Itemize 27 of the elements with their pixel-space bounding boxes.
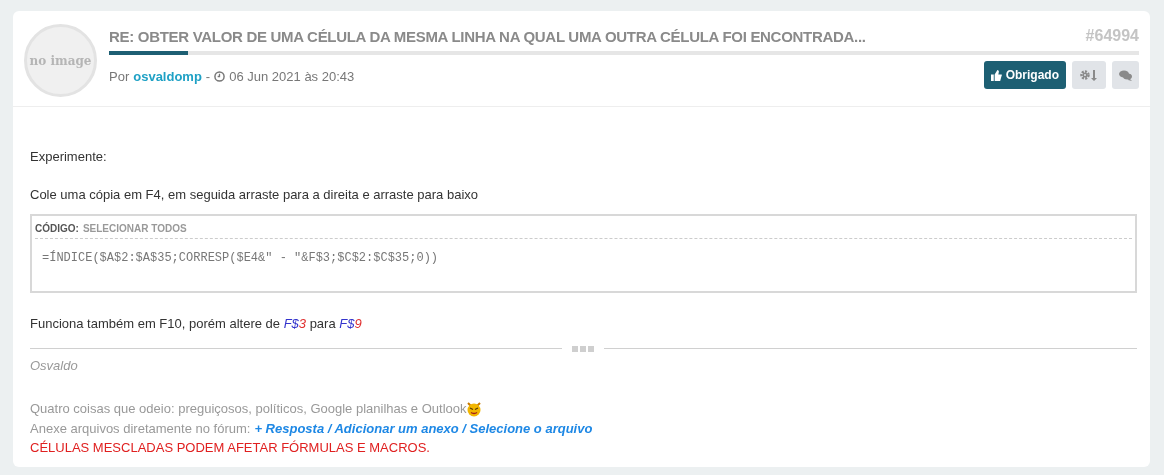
settings-button[interactable] [1072,61,1106,89]
thumbs-up-icon [990,69,1002,81]
body-text: Experimente: [30,148,108,166]
devil-face-icon [466,400,483,417]
post-title[interactable]: RE: OBTER VALOR DE UMA CÉLULA DA MESMA LINHA NA QUAL UMA OUTRA CÉLULA FOI ENCONTRADA... [109,25,866,48]
body-text: Funciona também em F10, porém altere de F$3 para F$9 [30,315,363,333]
more-dots-icon [572,345,594,352]
attachment-link[interactable]: + Resposta / Adicionar um anexo / Selecione o arquivo [254,418,593,438]
warning-text: CÉLULAS MESCLADAS PODEM AFETAR FÓRMULAS E MACROS. [30,439,431,457]
author-link[interactable]: osvaldomp [133,67,202,87]
quote-button[interactable] [1112,61,1139,89]
select-all-link[interactable]: SELECIONAR TODOS [82,221,187,236]
by-label: Por [109,68,130,86]
body-text: Cole uma cópia em F4, em seguida arraste para a direita e arraste para baixo [30,185,479,204]
signature-text: Quatro coisas que odeio: preguiçosos, políticos, Google planilhas e Outlook [30,400,467,418]
code-label: CÓDIGO: [35,221,79,236]
post-number: #64994 [1085,26,1139,46]
signature-text: Anexe arquivos diretamente no fórum: [30,419,251,438]
signature-name: Osvaldo [30,356,79,375]
chat-icon [1119,69,1132,81]
gear-arrow-icon [1079,69,1099,81]
code-text: =ÍNDICE($A$2:$A$35;CORRESP($E4&" - "&F$3;$C$2:$C$35;0)) [42,249,440,267]
clock-icon [214,71,226,83]
post-date: 06 Jun 2021 às 20:43 [229,68,355,86]
separator: - [205,68,211,86]
thanks-button[interactable]: Obrigado [983,61,1066,89]
avatar-text: no image [29,52,92,70]
